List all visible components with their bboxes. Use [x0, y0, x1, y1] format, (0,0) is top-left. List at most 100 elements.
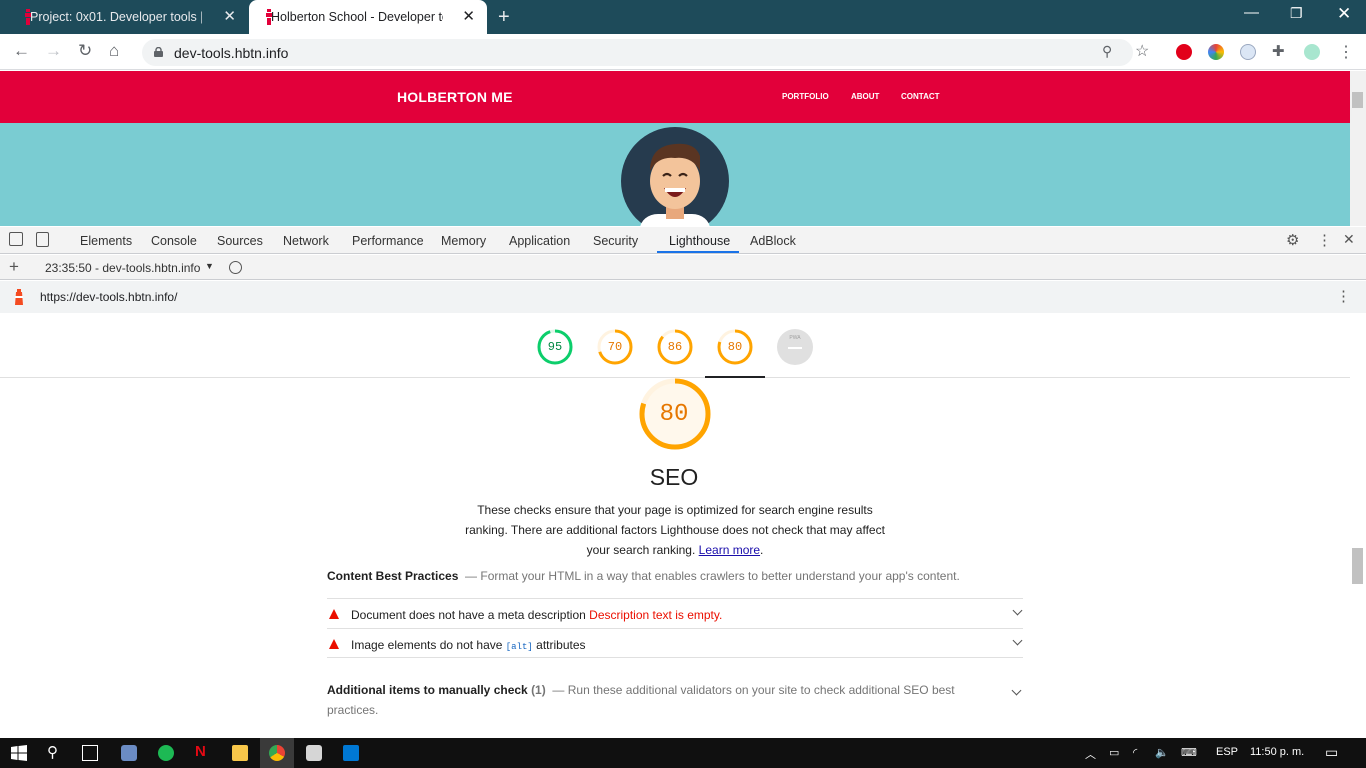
browser-tab[interactable]: Project: 0x01. Developer tools | H ✕ — [8, 0, 248, 34]
close-window-icon[interactable]: ✕ — [1337, 4, 1351, 24]
clear-reports-icon[interactable] — [229, 261, 242, 274]
file-explorer-icon[interactable] — [232, 745, 248, 761]
address-text: dev-tools.hbtn.info — [174, 45, 289, 61]
report-scrollbar[interactable] — [1350, 313, 1366, 738]
devtools-close-icon[interactable]: ✕ — [1343, 231, 1355, 248]
chevron-down-icon[interactable] — [1012, 605, 1023, 616]
code-snippet: [alt] — [505, 642, 533, 652]
group-count: (1) — [531, 683, 546, 697]
reload-icon[interactable]: ↻ — [78, 42, 92, 60]
extensions-puzzle-icon[interactable]: ✚ — [1272, 42, 1285, 60]
paint-app-icon[interactable] — [121, 745, 137, 761]
browser-toolbar: ← → ↻ ⌂ dev-tools.hbtn.info ⚲ ☆ ✚ ⋮ — [0, 34, 1366, 70]
browser-menu-icon[interactable]: ⋮ — [1338, 42, 1354, 62]
nav-link-portfolio[interactable]: PORTFOLIO — [782, 92, 829, 101]
holberton-favicon-icon — [266, 9, 272, 25]
forward-icon[interactable]: → — [45, 42, 62, 60]
language-indicator[interactable]: ESP — [1216, 746, 1238, 758]
site-brand[interactable]: HOLBERTON ME — [397, 89, 513, 105]
address-bar[interactable]: dev-tools.hbtn.info ⚲ ☆ — [142, 39, 1149, 66]
devtools-tab-application[interactable]: Application — [509, 234, 570, 248]
windows-start-icon[interactable] — [11, 745, 27, 761]
volume-icon[interactable]: 🔈 — [1155, 746, 1169, 759]
device-toolbar-icon[interactable] — [36, 232, 49, 247]
gauge-best-practices[interactable]: 86 — [657, 329, 693, 365]
bookmark-star-icon[interactable]: ☆ — [1135, 41, 1149, 61]
devtools-tabbar: Elements Console Sources Network Perform… — [0, 227, 1366, 254]
tray-chevron-up-icon[interactable]: ︿ — [1085, 746, 1096, 762]
devtools-tab-security[interactable]: Security — [593, 234, 638, 248]
minimize-icon[interactable]: — — [1244, 4, 1259, 21]
browser-tab-active[interactable]: Holberton School - Developer to ✕ — [249, 0, 487, 34]
audit-group-manual-checks[interactable]: Additional items to manually check (1) —… — [327, 680, 967, 720]
learn-more-link[interactable]: Learn more — [699, 543, 760, 557]
close-tab-icon[interactable]: ✕ — [462, 9, 475, 24]
back-icon[interactable]: ← — [13, 42, 30, 60]
nav-link-contact[interactable]: CONTACT — [901, 92, 940, 101]
notifications-icon[interactable]: ▭ — [1325, 744, 1338, 761]
report-scrollbar-thumb[interactable] — [1352, 548, 1363, 584]
devtools-tab-elements[interactable]: Elements — [80, 234, 132, 248]
report-menu-icon[interactable]: ⋮ — [1336, 287, 1351, 305]
spotify-icon[interactable] — [158, 745, 174, 761]
vscode-icon[interactable] — [343, 745, 359, 761]
group-description: Format your HTML in a way that enables c… — [480, 569, 960, 583]
chevron-down-icon[interactable]: ▼ — [205, 261, 214, 271]
lock-icon — [154, 47, 163, 57]
audit-meta-description[interactable]: Document does not have a meta descriptio… — [327, 598, 1023, 628]
battery-icon[interactable]: ▭ — [1109, 746, 1119, 759]
audit-group-content-best-practices: Content Best Practices — Format your HTM… — [327, 569, 960, 583]
close-tab-icon[interactable]: ✕ — [223, 9, 236, 24]
task-view-icon[interactable] — [82, 745, 98, 761]
report-url[interactable]: https://dev-tools.hbtn.info/ — [40, 290, 177, 304]
zoom-icon[interactable]: ⚲ — [1102, 43, 1112, 60]
avatar — [621, 127, 729, 226]
report-select[interactable]: 23:35:50 - dev-tools.hbtn.info — [45, 261, 200, 275]
active-tab-indicator — [657, 251, 739, 253]
gauge-pwa[interactable]: PWA — [777, 329, 813, 365]
seo-score-value: 80 — [659, 401, 689, 428]
profile-avatar-icon[interactable] — [1304, 44, 1320, 60]
chevron-down-icon[interactable] — [1012, 635, 1023, 646]
nav-link-about[interactable]: ABOUT — [851, 92, 879, 101]
active-gauge-indicator — [705, 376, 765, 378]
gauge-performance[interactable]: 95 — [537, 329, 573, 365]
inspect-element-icon[interactable] — [9, 232, 23, 246]
extension-icon[interactable] — [1240, 44, 1256, 60]
search-icon[interactable]: ⚲ — [47, 743, 63, 761]
devtools-tab-console[interactable]: Console — [151, 234, 197, 248]
chevron-down-icon[interactable] — [1011, 685, 1022, 696]
chrome-icon[interactable] — [269, 745, 285, 761]
keyboard-icon[interactable]: ⌨ — [1181, 746, 1197, 759]
adblock-extension-icon[interactable] — [1176, 44, 1192, 60]
group-title: Additional items to manually check — [327, 683, 528, 697]
clock[interactable]: 11:50 p. m. — [1250, 746, 1304, 758]
report-url-bar: https://dev-tools.hbtn.info/ ⋮ — [0, 281, 1366, 313]
home-icon[interactable]: ⌂ — [109, 42, 119, 60]
page-viewport: HOLBERTON ME PORTFOLIO ABOUT CONTACT — [0, 71, 1350, 226]
gauge-seo[interactable]: 80 — [717, 329, 753, 365]
wifi-icon[interactable]: ◜ — [1133, 746, 1137, 759]
gauge-value: 70 — [607, 340, 623, 354]
site-navbar: HOLBERTON ME PORTFOLIO ABOUT CONTACT — [0, 71, 1350, 123]
audit-title: Document does not have a meta descriptio… — [351, 608, 586, 622]
app-icon[interactable] — [306, 745, 322, 761]
devtools-tab-sources[interactable]: Sources — [217, 234, 263, 248]
gauge-value: 86 — [667, 340, 683, 354]
devtools-menu-icon[interactable]: ⋮ — [1317, 231, 1332, 249]
devtools-tab-adblock[interactable]: AdBlock — [750, 234, 796, 248]
new-tab-button[interactable]: + — [498, 6, 510, 29]
devtools-tab-lighthouse[interactable]: Lighthouse — [669, 234, 730, 248]
devtools-tab-performance[interactable]: Performance — [352, 234, 424, 248]
netflix-icon[interactable]: N — [195, 743, 211, 760]
devtools-tab-network[interactable]: Network — [283, 234, 329, 248]
devtools-settings-icon[interactable]: ⚙ — [1286, 231, 1299, 249]
devtools-tab-memory[interactable]: Memory — [441, 234, 486, 248]
new-report-icon[interactable]: + — [9, 257, 19, 277]
description-text: These checks ensure that your page is op… — [465, 503, 885, 557]
page-scrollbar-thumb[interactable] — [1352, 92, 1363, 108]
gauge-accessibility[interactable]: 70 — [597, 329, 633, 365]
restore-icon[interactable]: ❐ — [1290, 5, 1303, 22]
audit-image-alt[interactable]: Image elements do not have [alt] attribu… — [327, 628, 1023, 658]
color-extension-icon[interactable] — [1208, 44, 1224, 60]
